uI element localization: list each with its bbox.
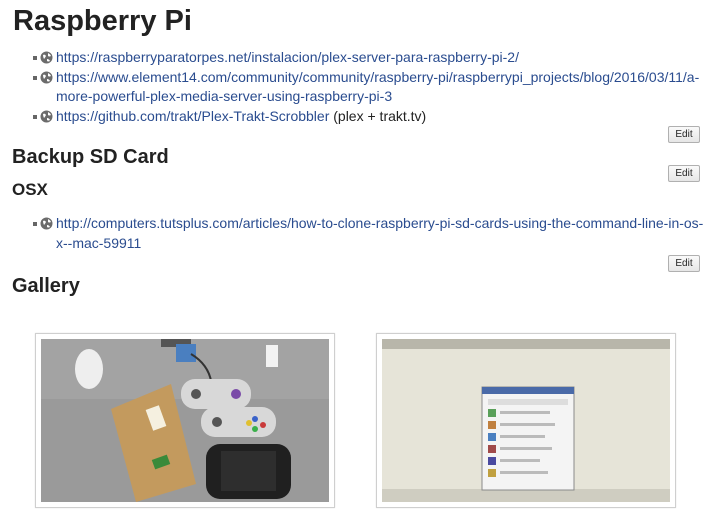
bullet <box>33 75 37 80</box>
gallery-photo-controllers <box>41 339 329 502</box>
gallery-thumbnail[interactable] <box>35 333 335 508</box>
page-title: Raspberry Pi <box>13 5 192 37</box>
edit-button[interactable]: Edit <box>668 255 700 272</box>
section-title-gallery: Gallery <box>12 275 80 297</box>
bullet <box>33 222 37 226</box>
external-link[interactable]: https://github.com/trakt/Plex-Trakt-Scro… <box>56 108 329 124</box>
globe-icon <box>40 71 53 83</box>
backup-links-list: http://computers.tutsplus.com/articles/h… <box>33 214 710 253</box>
external-link[interactable]: https://raspberryparatorpes.net/instalac… <box>56 49 519 65</box>
gallery-photo-monitor <box>382 339 670 502</box>
external-link[interactable]: https://www.element14.com/community/comm… <box>56 69 699 105</box>
list-item: https://raspberryparatorpes.net/instalac… <box>33 48 710 68</box>
list-item: https://github.com/trakt/Plex-Trakt-Scro… <box>33 107 710 127</box>
bullet <box>33 114 37 119</box>
section-title-backup: Backup SD Card <box>12 146 169 168</box>
subsection-title-osx: OSX <box>12 180 48 199</box>
gallery-thumbnail[interactable] <box>376 333 676 508</box>
list-item: http://computers.tutsplus.com/articles/h… <box>33 214 710 253</box>
edit-button[interactable]: Edit <box>668 165 700 182</box>
bullet <box>33 56 37 60</box>
list-item: https://www.element14.com/community/comm… <box>33 68 710 107</box>
edit-button[interactable]: Edit <box>668 126 700 143</box>
globe-icon <box>40 110 53 122</box>
link-note: (plex + trakt.tv) <box>329 107 427 124</box>
top-links-list: https://raspberryparatorpes.net/instalac… <box>33 48 710 127</box>
external-link[interactable]: http://computers.tutsplus.com/articles/h… <box>56 215 703 251</box>
globe-icon <box>40 217 53 230</box>
globe-icon <box>40 51 53 64</box>
